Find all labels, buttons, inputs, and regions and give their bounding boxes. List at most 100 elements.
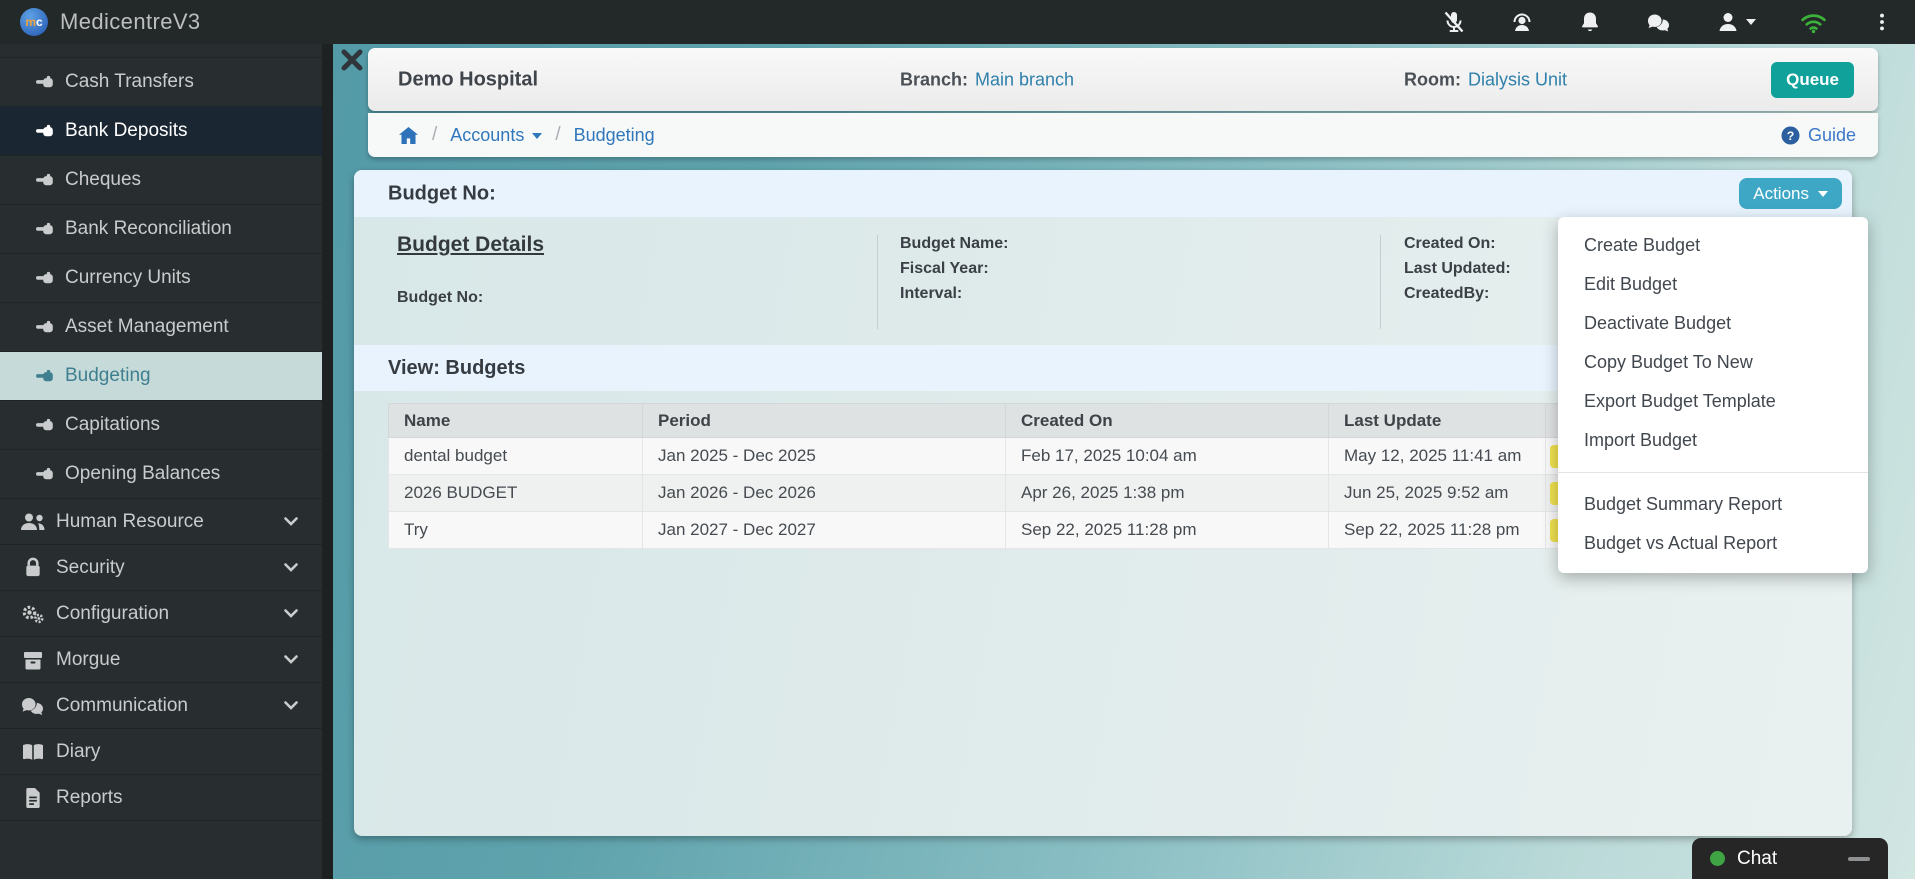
sidebar-item-label: Bank Reconciliation (65, 218, 232, 240)
hand-point-icon (36, 271, 54, 285)
sidebar-item-label: Communication (56, 695, 188, 717)
branch-value[interactable]: Main branch (975, 69, 1074, 90)
question-circle-icon: ? (1781, 126, 1800, 145)
col-header-last-update: Last Update (1329, 404, 1546, 438)
branch-label: Branch: (900, 69, 968, 90)
notifications-bell-icon[interactable] (1578, 10, 1602, 34)
cell-name: 2026 BUDGET (389, 475, 643, 512)
document-icon (20, 787, 46, 808)
sidebar-item-communication[interactable]: Communication (0, 683, 322, 729)
sidebar-item-bank-deposits[interactable]: Bank Deposits (0, 107, 322, 156)
sidebar-item-reports[interactable]: Reports (0, 775, 322, 821)
sidebar-item-cash-transfers[interactable]: Cash Transfers (0, 58, 322, 107)
budget-details-heading: Budget Details (397, 233, 544, 257)
cell-created-on: Apr 26, 2025 1:38 pm (1006, 475, 1329, 512)
breadcrumb-budgeting[interactable]: Budgeting (574, 125, 655, 146)
sidebar-item-asset-management[interactable]: Asset Management (0, 303, 322, 352)
menu-item-budget-vs-actual-report[interactable]: Budget vs Actual Report (1558, 524, 1868, 563)
cell-last-update: Jun 25, 2025 9:52 am (1329, 475, 1546, 512)
microphone-slash-icon[interactable] (1442, 10, 1466, 34)
main-content: Demo Hospital Branch: Main branch Room: … (333, 44, 1915, 879)
chevron-down-icon (284, 701, 298, 710)
cell-created-on: Sep 22, 2025 11:28 pm (1006, 512, 1329, 549)
room-info: Room: Dialysis Unit (1404, 69, 1567, 90)
app-logo: mc (20, 8, 48, 36)
online-status-dot (1710, 851, 1725, 866)
hand-point-icon (36, 75, 54, 89)
cell-name: dental budget (389, 438, 643, 475)
support-agent-icon[interactable] (1510, 10, 1534, 34)
guide-label: Guide (1808, 125, 1856, 146)
logo-letter-c: c (36, 15, 43, 29)
sidebar-item-budgeting[interactable]: Budgeting (0, 352, 322, 401)
hospital-name: Demo Hospital (398, 68, 538, 91)
top-navbar: mc MedicentreV3 (0, 0, 1915, 44)
app-title: MedicentreV3 (60, 9, 201, 35)
sidebar-item-human-resource[interactable]: Human Resource (0, 499, 322, 545)
menu-item-deactivate-budget[interactable]: Deactivate Budget (1558, 304, 1868, 343)
breadcrumb-accounts-label: Accounts (450, 125, 524, 146)
app-root: mc MedicentreV3 (0, 0, 1915, 879)
caret-down-icon (1818, 191, 1828, 197)
room-value[interactable]: Dialysis Unit (1468, 69, 1567, 90)
sidebar-item-label: Currency Units (65, 267, 191, 289)
breadcrumb-accounts[interactable]: Accounts (450, 125, 542, 146)
chat-label: Chat (1737, 848, 1777, 870)
sidebar-item-label: Diary (56, 741, 100, 763)
chat-minimize-button[interactable] (1848, 857, 1870, 861)
sidebar-item-label: Opening Balances (65, 463, 220, 485)
sidebar-item-configuration[interactable]: Configuration (0, 591, 322, 637)
hand-point-icon (36, 222, 54, 236)
actions-button[interactable]: Actions (1739, 178, 1842, 209)
details-column-2: Budget Name: Fiscal Year: Interval: (900, 235, 1008, 303)
cell-period: Jan 2025 - Dec 2025 (643, 438, 1006, 475)
ellipsis-vertical-icon[interactable] (1871, 10, 1893, 34)
menu-item-edit-budget[interactable]: Edit Budget (1558, 265, 1868, 304)
home-icon[interactable] (398, 126, 419, 145)
sidebar-item-bank-reconciliation[interactable]: Bank Reconciliation (0, 205, 322, 254)
cell-period: Jan 2026 - Dec 2026 (643, 475, 1006, 512)
breadcrumb-separator: / (555, 124, 560, 146)
messages-icon[interactable] (1646, 12, 1672, 33)
branch-info: Branch: Main branch (900, 69, 1074, 90)
sidebar-item-cheques[interactable]: Cheques (0, 156, 322, 205)
menu-item-copy-budget-to-new[interactable]: Copy Budget To New (1558, 343, 1868, 382)
chat-widget[interactable]: Chat (1692, 838, 1888, 879)
menu-item-budget-summary-report[interactable]: Budget Summary Report (1558, 485, 1868, 524)
menu-item-create-budget[interactable]: Create Budget (1558, 226, 1868, 265)
cabinet-icon (20, 650, 46, 670)
guide-link[interactable]: ? Guide (1781, 125, 1856, 146)
queue-button[interactable]: Queue (1771, 62, 1854, 98)
navbar-icons (1442, 10, 1893, 34)
sidebar-item-label: Capitations (65, 414, 160, 436)
cell-last-update: Sep 22, 2025 11:28 pm (1329, 512, 1546, 549)
menu-item-export-budget-template[interactable]: Export Budget Template (1558, 382, 1868, 421)
hand-point-icon (36, 418, 54, 432)
breadcrumb: / Accounts / Budgeting ? Guide (368, 113, 1878, 157)
chevron-down-icon (284, 609, 298, 618)
sidebar-item-label: Reports (56, 787, 123, 809)
sidebar-item-opening-balances[interactable]: Opening Balances (0, 450, 322, 499)
sidebar-item-security[interactable]: Security (0, 545, 322, 591)
svg-text:?: ? (1787, 128, 1795, 142)
hand-point-icon (36, 124, 54, 138)
menu-item-import-budget[interactable]: Import Budget (1558, 421, 1868, 460)
sidebar-item-label: Human Resource (56, 511, 204, 533)
user-menu[interactable] (1716, 10, 1756, 34)
sidebar-scrollbar[interactable] (322, 44, 333, 879)
users-icon (20, 512, 46, 532)
sidebar-item-currency-units[interactable]: Currency Units (0, 254, 322, 303)
cell-last-update: May 12, 2025 11:41 am (1329, 438, 1546, 475)
close-icon[interactable] (340, 48, 364, 72)
actions-dropdown-menu: Create Budget Edit Budget Deactivate Bud… (1558, 217, 1868, 573)
sidebar-item-morgue[interactable]: Morgue (0, 637, 322, 683)
col-header-period: Period (643, 404, 1006, 438)
cell-name: Try (389, 512, 643, 549)
sidebar: Cash Transfers Bank Deposits Cheques Ban… (0, 44, 322, 879)
sidebar-item-capitations[interactable]: Capitations (0, 401, 322, 450)
interval-label: Interval: (900, 285, 1008, 303)
budget-name-label: Budget Name: (900, 235, 1008, 253)
sidebar-item-diary[interactable]: Diary (0, 729, 322, 775)
hospital-header-card: Demo Hospital Branch: Main branch Room: … (368, 48, 1878, 111)
wifi-status-icon[interactable] (1800, 11, 1827, 34)
